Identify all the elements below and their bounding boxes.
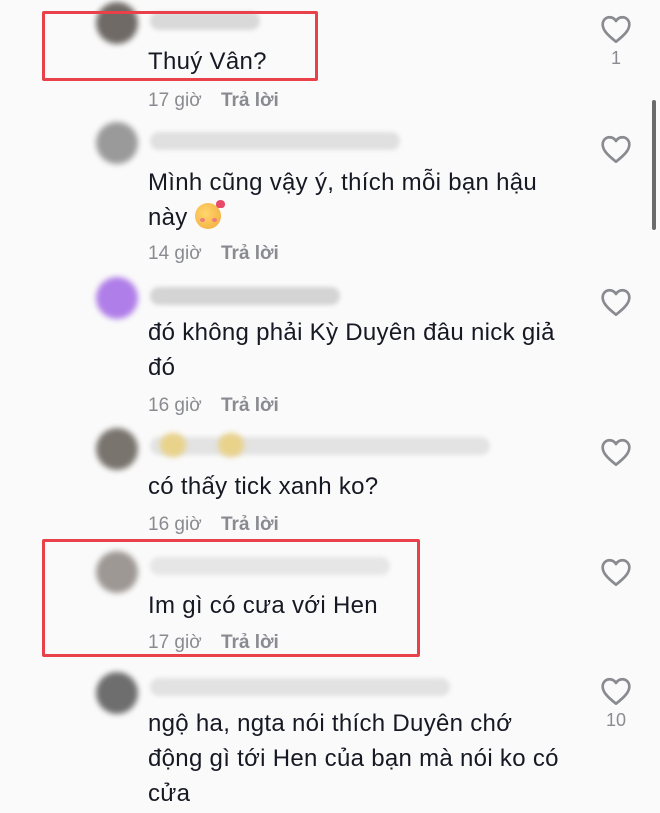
username-blurred[interactable] [150,132,400,150]
username-emoji-blurred [218,433,244,457]
comment-time: 14 giờ [148,243,202,264]
like-button[interactable] [596,134,636,168]
comment-text: Mình cũng vậy ý, thích mỗi bạn hậu này [148,165,558,235]
like-button[interactable] [596,437,636,471]
avatar[interactable] [96,428,138,470]
scrollbar[interactable] [652,100,656,230]
highlight-box [42,11,318,81]
username-blurred[interactable] [150,437,490,455]
heart-outline-icon [601,15,631,43]
reply-button[interactable]: Trả lời [221,90,279,111]
username-blurred[interactable] [150,678,450,696]
like-button[interactable] [596,557,636,591]
like-button[interactable]: 1 [596,14,636,69]
highlight-box [42,539,420,657]
comment-meta: 14 giờ Trả lời [148,243,279,265]
comment-meta: 17 giờ Trả lời [148,90,279,112]
comment-text: ngộ ha, ngta nói thích Duyên chớ động gì… [148,710,559,807]
comment-time: 17 giờ [148,90,202,111]
avatar[interactable] [96,122,138,164]
reply-button[interactable]: Trả lời [221,395,279,416]
avatar[interactable] [96,672,138,714]
smiling-face-with-hearts-icon [194,200,225,229]
heart-outline-icon [601,677,631,706]
comment-meta: 16 giờ Trả lời [148,395,279,417]
heart-outline-icon [601,438,631,466]
comment-meta: 16 giờ Trả lời [148,514,279,536]
reply-button[interactable]: Trả lời [221,243,279,264]
comment-text: có thấy tick xanh ko? [148,473,379,500]
like-count: 10 [605,710,627,730]
comment-text: đó không phải Kỳ Duyên đâu nick giả đó [148,319,555,381]
heart-outline-icon [601,558,631,587]
username-emoji-blurred [160,433,186,457]
comment-time: 16 giờ [148,395,202,416]
heart-outline-icon [601,288,631,316]
avatar[interactable] [96,277,138,319]
heart-outline-icon [601,135,631,164]
like-count: 1 [610,48,621,68]
username-blurred[interactable] [150,287,340,305]
comment-time: 16 giờ [148,514,202,535]
like-button[interactable] [596,287,636,321]
like-button[interactable]: 10 [596,676,636,731]
reply-button[interactable]: Trả lời [221,514,279,535]
